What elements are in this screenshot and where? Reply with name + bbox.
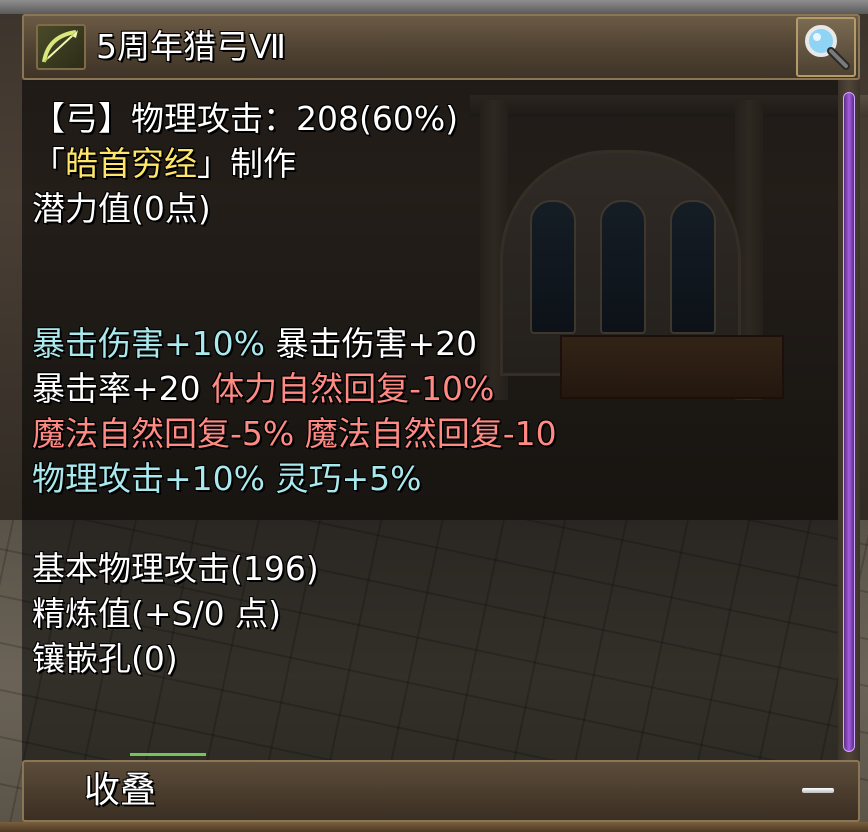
search-button[interactable] <box>796 17 856 77</box>
collapse-label[interactable]: 收叠 <box>84 764 156 818</box>
potential-line: 潜力值(0点) <box>32 186 832 231</box>
minus-icon[interactable] <box>798 780 838 800</box>
sockets-line: 镶嵌孔(0) <box>32 636 832 681</box>
bonus-line-3: 魔法自然回复-5% 魔法自然回复-10 <box>32 411 832 456</box>
socket-count: 镶嵌孔(0) <box>32 639 178 678</box>
scrollbar-thumb[interactable] <box>843 92 855 752</box>
maker-name: 皓首穷经 <box>65 144 197 183</box>
refine-line: 精炼值(+S/0 点) <box>32 591 832 636</box>
bonus-line-4: 物理攻击+10% 灵巧+5% <box>32 456 832 501</box>
item-title: 5周年猎弓Ⅶ <box>96 27 286 66</box>
bonus-dexterity: 灵巧+5% <box>275 459 422 498</box>
bonus-crit-damage-pct: 暴击伤害+10% <box>32 324 265 363</box>
bonus-line-1: 暴击伤害+10% 暴击伤害+20 <box>32 321 832 366</box>
green-indicator <box>130 753 206 756</box>
refine-value: 精炼值(+S/0 点) <box>32 594 281 633</box>
maker-line: 「皓首穷经」制作 <box>32 141 832 186</box>
bonus-mp-regen-flat: 魔法自然回复-10 <box>304 414 557 453</box>
attack-line: 【弓】物理攻击：208(60%) <box>32 96 832 141</box>
bonus-crit-rate: 暴击率+20 <box>32 369 201 408</box>
bonus-physical-attack: 物理攻击+10% <box>32 459 265 498</box>
potential-value: 潜力值(0点) <box>32 189 211 228</box>
item-details: 【弓】物理攻击：208(60%) 「皓首穷经」制作 潜力值(0点) 暴击伤害+1… <box>32 96 832 681</box>
bonus-line-2: 暴击率+20 体力自然回复-10% <box>32 366 832 411</box>
bow-icon <box>36 24 86 70</box>
magnifier-icon <box>805 25 850 70</box>
bonus-crit-damage-flat: 暴击伤害+20 <box>275 324 478 363</box>
base-attack: 基本物理攻击(196) <box>32 549 319 588</box>
maker-suffix: 」制作 <box>197 144 296 183</box>
maker-open-bracket: 「 <box>32 144 65 183</box>
bottom-frame <box>0 822 868 832</box>
base-attack-line: 基本物理攻击(196) <box>32 546 832 591</box>
scene-top-frame <box>0 0 868 14</box>
minus-bar <box>802 788 834 793</box>
attack-stat: 【弓】物理攻击：208(60%) <box>32 99 459 138</box>
bonus-mp-regen-pct: 魔法自然回复-5% <box>32 414 295 453</box>
bonus-hp-regen: 体力自然回复-10% <box>211 369 495 408</box>
